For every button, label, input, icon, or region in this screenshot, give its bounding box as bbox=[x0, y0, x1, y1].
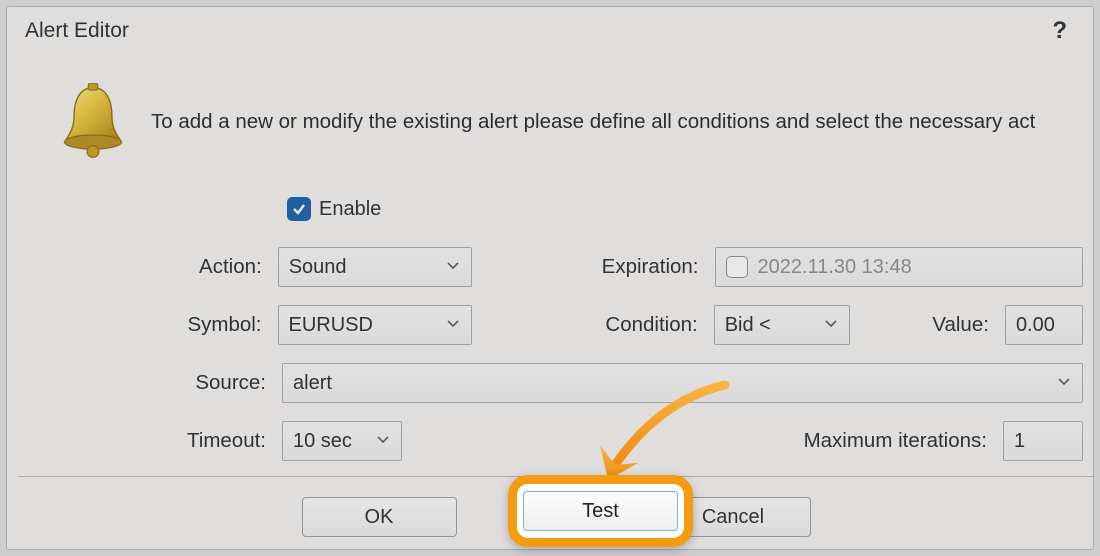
value-input[interactable]: 0.00 bbox=[1005, 305, 1083, 345]
bell-icon bbox=[57, 83, 129, 161]
chevron-down-icon bbox=[445, 314, 461, 337]
form-area: Enable Action: Sound Expiration: 2022.11… bbox=[17, 197, 1083, 461]
condition-select[interactable]: Bid < bbox=[714, 305, 850, 345]
source-label: Source: bbox=[132, 371, 282, 395]
check-icon bbox=[287, 197, 311, 221]
value-label: Value: bbox=[850, 313, 1005, 337]
enable-checkbox[interactable]: Enable bbox=[287, 197, 1083, 221]
chevron-down-icon bbox=[1056, 372, 1072, 395]
maxiter-label: Maximum iterations: bbox=[804, 429, 1003, 453]
timeout-select[interactable]: 10 sec bbox=[282, 421, 402, 461]
condition-label: Condition: bbox=[472, 313, 714, 337]
cancel-button[interactable]: Cancel bbox=[656, 497, 811, 537]
symbol-label: Symbol: bbox=[132, 313, 278, 337]
expiration-checkbox[interactable] bbox=[726, 256, 748, 278]
expiration-field[interactable]: 2022.11.30 13:48 bbox=[715, 247, 1084, 287]
help-button[interactable]: ? bbox=[1052, 17, 1075, 45]
chevron-down-icon bbox=[823, 314, 839, 337]
titlebar: Alert Editor ? bbox=[7, 7, 1093, 55]
instruction-text: To add a new or modify the existing aler… bbox=[151, 110, 1035, 134]
timeout-label: Timeout: bbox=[132, 429, 282, 453]
test-button[interactable]: Test bbox=[523, 491, 678, 531]
action-select[interactable]: Sound bbox=[278, 247, 472, 287]
content-area: To add a new or modify the existing aler… bbox=[7, 55, 1093, 471]
alert-editor-window: Alert Editor ? bbox=[6, 6, 1094, 550]
source-select[interactable]: alert bbox=[282, 363, 1083, 403]
maxiter-input[interactable]: 1 bbox=[1003, 421, 1083, 461]
window-title: Alert Editor bbox=[25, 19, 129, 43]
enable-label: Enable bbox=[319, 198, 381, 221]
chevron-down-icon bbox=[445, 256, 461, 279]
ok-button[interactable]: OK bbox=[302, 497, 457, 537]
action-label: Action: bbox=[132, 255, 278, 279]
expiration-label: Expiration: bbox=[472, 255, 715, 279]
chevron-down-icon bbox=[375, 430, 391, 453]
symbol-select[interactable]: EURUSD bbox=[278, 305, 472, 345]
